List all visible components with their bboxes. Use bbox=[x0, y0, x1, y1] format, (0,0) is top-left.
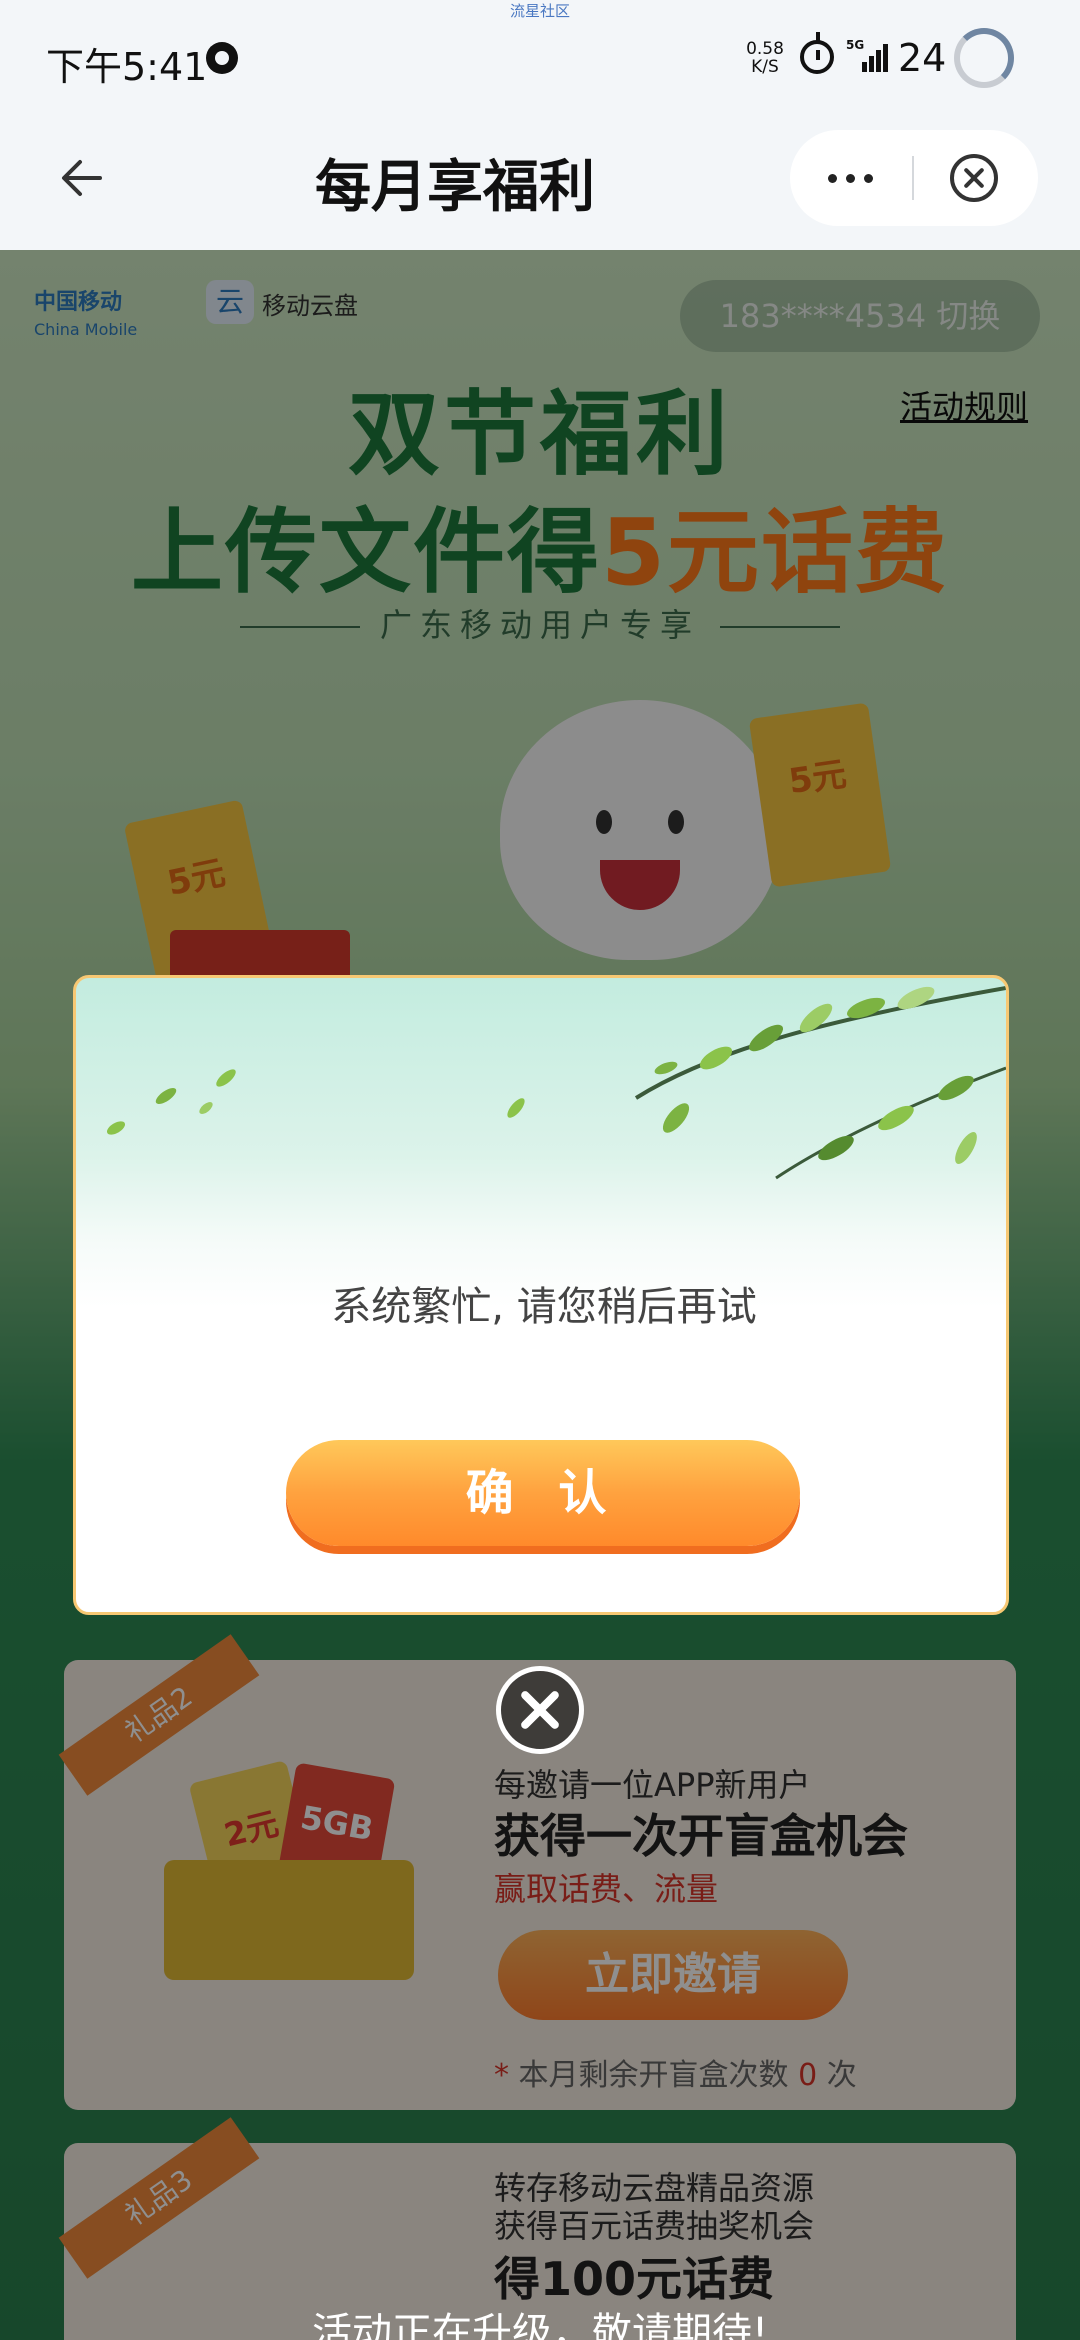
net-speed-value: 0.58 bbox=[746, 39, 784, 59]
page-title: 每月享福利 bbox=[315, 155, 595, 220]
leaves-decoration bbox=[106, 986, 1006, 1180]
status-time: 下午5:41 bbox=[46, 45, 208, 89]
dialog-close-icon[interactable] bbox=[496, 1666, 584, 1754]
net-speed: 0.58 K/S bbox=[744, 40, 786, 76]
status-bar: 流星社区 下午5:41 0.58 K/S 5G 24 bbox=[0, 0, 1080, 120]
net-speed-unit: K/S bbox=[751, 57, 779, 77]
battery-level: 24 bbox=[898, 36, 947, 80]
network-type: 5G bbox=[846, 38, 865, 52]
error-dialog: 系统繁忙, 请您稍后再试 确 认 bbox=[73, 975, 1009, 1615]
coming-soon-banner: 活动正在升级，敬请期待! bbox=[311, 2310, 769, 2340]
close-mini-program-icon[interactable] bbox=[950, 154, 998, 202]
battery-ring-icon bbox=[954, 28, 1014, 88]
signal-icon: 5G bbox=[846, 38, 888, 74]
carrier-tag: 流星社区 bbox=[509, 2, 570, 20]
mini-program-capsule bbox=[790, 130, 1038, 226]
more-icon[interactable] bbox=[826, 168, 906, 188]
error-message: 系统繁忙, 请您稍后再试 bbox=[331, 1284, 757, 1330]
nav-bar: 每月享福利 bbox=[0, 120, 1080, 250]
confirm-button[interactable]: 确 认 bbox=[286, 1440, 800, 1546]
notification-icon bbox=[206, 42, 238, 74]
timer-icon bbox=[800, 32, 834, 74]
capsule-divider bbox=[912, 156, 914, 200]
